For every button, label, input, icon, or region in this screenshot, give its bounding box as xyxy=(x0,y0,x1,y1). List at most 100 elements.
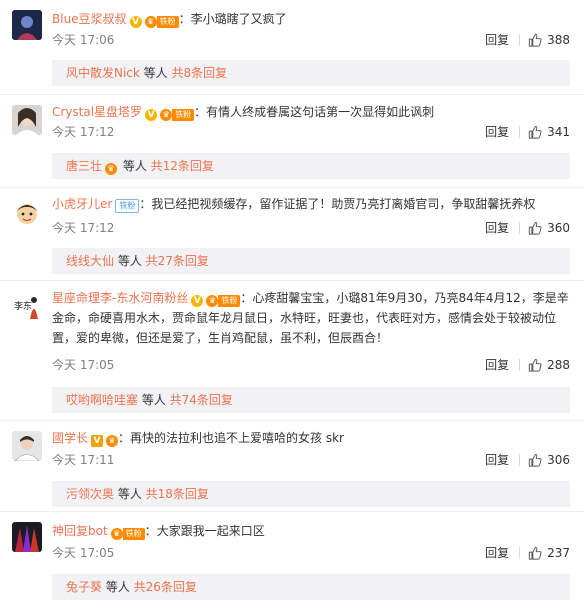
thumbs-up-icon xyxy=(528,33,542,47)
comment-line: Blue豆浆叔叔 V ♛ 铁粉 ：李小璐瞎了又疯了 xyxy=(52,12,287,28)
crown-icon: ♛ xyxy=(110,528,123,540)
reply-thread-summary: 哎哟啊哈哇塞 等人 共74条回复 xyxy=(52,387,570,413)
like-count: 237 xyxy=(547,546,570,560)
avatar[interactable]: 李东 xyxy=(12,291,42,321)
avatar[interactable] xyxy=(12,198,42,228)
reply-thread-summary: 污领次奥 等人 共18条回复 xyxy=(52,481,570,507)
comment-item: 國学长 V ♛ ：再快的法拉利也追不上爱嘻哈的女孩 skr 今天 17:11 回复 3… xyxy=(0,421,584,509)
comment-text: 再快的法拉利也追不上爱嘻哈的女孩 skr xyxy=(130,431,344,445)
divider xyxy=(519,454,521,466)
comment-actions: 回复 360 xyxy=(485,220,570,236)
reply-username[interactable]: 污领次奥 xyxy=(66,487,114,501)
reply-username[interactable]: 哎哟啊哈哇塞 xyxy=(66,393,138,407)
comment-text: 李小璐瞎了又疯了 xyxy=(190,12,287,26)
reply-username[interactable]: 风中散发Nick xyxy=(66,66,140,80)
reply-thread-summary: 兔子葵 等人 共26条回复 xyxy=(52,574,570,600)
reply-username[interactable]: 唐三壮 xyxy=(66,159,102,173)
username-link[interactable]: Crystal星盘塔罗 xyxy=(52,105,142,119)
like-button[interactable]: 288 xyxy=(528,357,570,373)
view-replies-link[interactable]: 共8条回复 xyxy=(172,66,228,80)
comment-actions: 回复 237 xyxy=(485,545,570,561)
comment-line: 星座命理李-东水河南粉丝 V ♛ 铁粉 ：心疼甜馨宝宝，小璐81年9月30，乃亮84年4… xyxy=(52,291,569,345)
comment-text: 我已经把视频缓存，留作证据了！助贾乃亮打离婚官司，争取甜馨抚养权 xyxy=(151,197,536,211)
comment-text: 大家跟我一起来口区 xyxy=(156,524,265,538)
like-count: 288 xyxy=(547,358,570,372)
like-button[interactable]: 341 xyxy=(528,124,570,140)
comment-actions: 回复 388 xyxy=(485,32,570,48)
reply-button[interactable]: 回复 xyxy=(485,32,509,48)
comment-time: 今天 17:12 xyxy=(52,125,115,139)
verified-v-icon: V xyxy=(145,109,158,121)
iron-fan-badge: 铁粉 xyxy=(115,199,140,213)
thumbs-up-icon xyxy=(528,125,542,139)
reply-button[interactable]: 回复 xyxy=(485,452,509,468)
verified-v-icon: V xyxy=(191,295,204,307)
divider xyxy=(519,359,521,371)
like-count: 341 xyxy=(547,125,570,139)
reply-button[interactable]: 回复 xyxy=(485,357,509,373)
username-link[interactable]: Blue豆浆叔叔 xyxy=(52,12,127,26)
view-replies-link[interactable]: 共27条回复 xyxy=(146,254,209,268)
like-button[interactable]: 306 xyxy=(528,452,570,468)
crown-icon: ♛ xyxy=(106,435,119,447)
divider xyxy=(519,222,521,234)
comment-line: 國学长 V ♛ ：再快的法拉利也追不上爱嘻哈的女孩 skr xyxy=(52,431,344,447)
reply-thread-summary: 风中散发Nick 等人 共8条回复 xyxy=(52,60,570,86)
like-count: 388 xyxy=(547,33,570,47)
reply-username[interactable]: 兔子葵 xyxy=(66,580,102,594)
comment-time: 今天 17:11 xyxy=(52,453,115,467)
avatar[interactable] xyxy=(12,522,42,552)
reply-button[interactable]: 回复 xyxy=(485,220,509,236)
comment-line: 小虎牙儿er 铁粉 ：我已经把视频缓存，留作证据了！助贾乃亮打离婚官司，争取甜馨抚养… xyxy=(52,197,536,213)
reply-button[interactable]: 回复 xyxy=(485,545,509,561)
username-link[interactable]: 小虎牙儿er xyxy=(52,197,112,211)
view-replies-link[interactable]: 共26条回复 xyxy=(134,580,197,594)
verified-v-icon: V xyxy=(91,435,104,447)
iron-fan-badge: ♛ 铁粉 xyxy=(110,528,145,540)
thumbs-up-icon xyxy=(528,221,542,235)
comment-line: Crystal星盘塔罗 V ♛ 铁粉 ：有情人终成眷属这句话第一次显得如此讽刺 xyxy=(52,105,435,121)
comment-time: 今天 17:12 xyxy=(52,221,115,235)
crown-icon: ♛ xyxy=(160,109,173,121)
comment-item: 李东 星座命理李-东水河南粉丝 V ♛ 铁粉 ：心疼甜馨宝宝，小璐81年9月30，乃亮8… xyxy=(0,281,584,415)
thumbs-up-icon xyxy=(528,546,542,560)
comment-actions: 回复 306 xyxy=(485,452,570,468)
reply-thread-summary: 唐三壮 ♛ 等人 共12条回复 xyxy=(52,153,570,179)
reply-username[interactable]: 线线大仙 xyxy=(66,254,114,268)
view-replies-link[interactable]: 共12条回复 xyxy=(151,159,214,173)
username-link[interactable]: 國学长 xyxy=(52,431,88,445)
avatar[interactable] xyxy=(12,105,42,135)
comment-line: 神回复bot ♛ 铁粉 ：大家跟我一起来口区 xyxy=(52,524,265,540)
comment-item: Blue豆浆叔叔 V ♛ 铁粉 ：李小璐瞎了又疯了 今天 17:06 回复 388 风中… xyxy=(0,0,584,92)
iron-fan-badge: ♛ 铁粉 xyxy=(160,109,195,121)
comment-item: Crystal星盘塔罗 V ♛ 铁粉 ：有情人终成眷属这句话第一次显得如此讽刺 今天 1… xyxy=(0,95,584,187)
divider xyxy=(519,34,521,46)
like-button[interactable]: 237 xyxy=(528,545,570,561)
comment-time: 今天 17:05 xyxy=(52,358,115,372)
comment-text: 有情人终成眷属这句话第一次显得如此讽刺 xyxy=(206,105,435,119)
like-count: 360 xyxy=(547,221,570,235)
comment-item: 神回复bot ♛ 铁粉 ：大家跟我一起来口区 今天 17:05 回复 237 兔子葵 … xyxy=(0,512,584,613)
comment-time: 今天 17:05 xyxy=(52,546,115,560)
svg-text:李东: 李东 xyxy=(14,300,32,312)
avatar[interactable] xyxy=(12,431,42,461)
username-link[interactable]: 神回复bot xyxy=(52,524,108,538)
like-button[interactable]: 388 xyxy=(528,32,570,48)
divider xyxy=(519,547,521,559)
crown-icon: ♛ xyxy=(105,163,118,175)
thumbs-up-icon xyxy=(528,358,542,372)
comment-actions: 回复 288 xyxy=(485,357,570,373)
view-replies-link[interactable]: 共18条回复 xyxy=(146,487,209,501)
reply-button[interactable]: 回复 xyxy=(485,124,509,140)
view-replies-link[interactable]: 共74条回复 xyxy=(170,393,233,407)
reply-thread-summary: 线线大仙 等人 共27条回复 xyxy=(52,248,570,274)
crown-icon: ♛ xyxy=(144,16,157,28)
username-link[interactable]: 星座命理李-东水河南粉丝 xyxy=(52,291,188,305)
crown-icon: ♛ xyxy=(206,295,219,307)
comment-actions: 回复 341 xyxy=(485,124,570,140)
avatar[interactable] xyxy=(12,10,42,40)
like-button[interactable]: 360 xyxy=(528,220,570,236)
divider xyxy=(519,126,521,138)
verified-v-icon: V xyxy=(129,16,142,28)
like-count: 306 xyxy=(547,453,570,467)
